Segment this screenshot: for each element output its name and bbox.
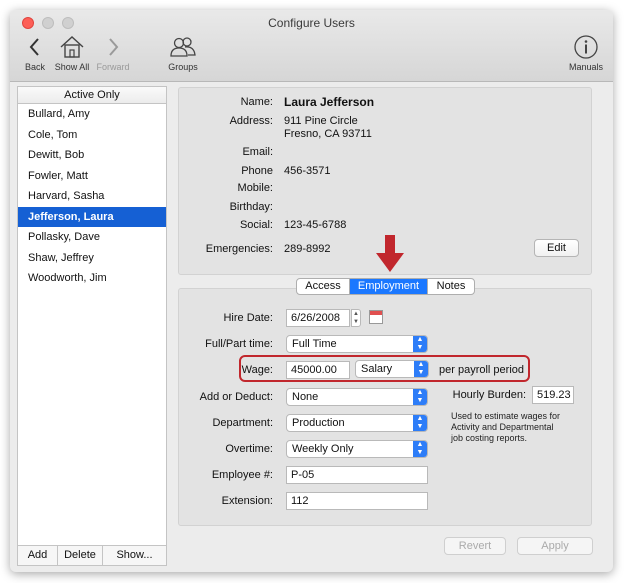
revert-button[interactable]: Revert bbox=[444, 537, 506, 555]
mobile-label: Mobile: bbox=[237, 182, 273, 194]
phone-value: 456-3571 bbox=[284, 165, 331, 177]
home-icon bbox=[52, 34, 92, 62]
user-list: Active Only Bullard, Amy Cole, Tom Dewit… bbox=[17, 86, 167, 566]
user-list-item[interactable]: Bullard, Amy bbox=[18, 104, 166, 125]
arrow-down-icon bbox=[376, 235, 404, 276]
overtime-label: Overtime: bbox=[225, 443, 273, 455]
employee-number-field[interactable]: P-05 bbox=[286, 466, 428, 484]
tab-bar: Access Employment Notes bbox=[296, 278, 475, 295]
people-icon bbox=[165, 34, 201, 62]
tab-notes[interactable]: Notes bbox=[428, 279, 474, 294]
full-part-time-value: Full Time bbox=[292, 338, 337, 350]
name-label: Name: bbox=[240, 96, 273, 108]
wage-type-select[interactable]: Salary ▲ ▼ bbox=[355, 360, 429, 378]
address-label: Address: bbox=[229, 115, 273, 127]
tab-access[interactable]: Access bbox=[297, 279, 350, 294]
edit-button[interactable]: Edit bbox=[534, 239, 579, 257]
calendar-icon[interactable] bbox=[369, 310, 383, 324]
chevron-updown-icon: ▲ ▼ bbox=[414, 361, 428, 377]
back-label: Back bbox=[24, 62, 45, 72]
hourly-burden-note-1: Used to estimate wages for bbox=[451, 411, 561, 421]
user-list-item[interactable]: Dewitt, Bob bbox=[18, 145, 166, 166]
info-icon bbox=[566, 34, 606, 62]
add-user-button[interactable]: Add bbox=[18, 546, 58, 565]
hire-date-field[interactable]: 6/26/2008 bbox=[286, 309, 350, 327]
full-part-time-label: Full/Part time: bbox=[205, 338, 273, 350]
department-label: Department: bbox=[212, 417, 273, 429]
user-list-item[interactable]: Woodworth, Jim bbox=[18, 268, 166, 289]
hourly-burden-label: Hourly Burden: bbox=[452, 389, 526, 401]
manuals-button[interactable]: Manuals bbox=[566, 34, 606, 72]
address-line2: Fresno, CA 93711 bbox=[284, 128, 372, 140]
employee-number-label: Employee #: bbox=[211, 469, 273, 481]
user-list-item[interactable]: Cole, Tom bbox=[18, 125, 166, 146]
full-part-time-select[interactable]: Full Time ▲ ▼ bbox=[286, 335, 428, 353]
chevron-left-icon bbox=[18, 34, 52, 62]
name-value: Laura Jefferson bbox=[284, 95, 375, 109]
chevron-updown-icon: ▲ ▼ bbox=[413, 415, 427, 431]
emergencies-label: Emergencies: bbox=[205, 243, 273, 255]
user-list-item[interactable]: Harvard, Sasha bbox=[18, 186, 166, 207]
user-list-item[interactable]: Fowler, Matt bbox=[18, 166, 166, 187]
show-all-button[interactable]: Show All bbox=[52, 34, 92, 72]
emergencies-value: 289-8992 bbox=[284, 243, 331, 255]
department-select[interactable]: Production ▲ ▼ bbox=[286, 414, 428, 432]
forward-button[interactable]: Forward bbox=[94, 34, 132, 72]
groups-label: Groups bbox=[168, 62, 198, 72]
manuals-label: Manuals bbox=[568, 62, 604, 72]
groups-button[interactable]: Groups bbox=[165, 34, 201, 72]
department-value: Production bbox=[292, 417, 345, 429]
wage-type-value: Salary bbox=[361, 363, 393, 375]
show-all-label: Show All bbox=[54, 62, 90, 72]
tab-employment[interactable]: Employment bbox=[350, 279, 428, 294]
user-list-footer: Add Delete Show... bbox=[18, 545, 166, 565]
forward-label: Forward bbox=[96, 62, 130, 72]
active-only-header[interactable]: Active Only bbox=[18, 87, 166, 104]
hourly-burden-note-3: job costing reports. bbox=[451, 433, 528, 443]
add-deduct-label: Add or Deduct: bbox=[199, 391, 273, 403]
user-list-item[interactable]: Pollasky, Dave bbox=[18, 227, 166, 248]
window-title: Configure Users bbox=[268, 16, 355, 30]
back-button[interactable]: Back bbox=[18, 34, 52, 72]
chevron-updown-icon: ▲ ▼ bbox=[413, 389, 427, 405]
birthday-label: Birthday: bbox=[229, 201, 273, 213]
chevron-updown-icon: ▲ ▼ bbox=[413, 336, 427, 352]
apply-button[interactable]: Apply bbox=[517, 537, 593, 555]
hire-date-label: Hire Date: bbox=[223, 312, 273, 324]
configure-users-window: Configure Users Back Show All Forward Gr… bbox=[10, 10, 613, 572]
chevron-updown-icon: ▲ ▼ bbox=[413, 441, 427, 457]
user-list-item[interactable]: Shaw, Jeffrey bbox=[18, 248, 166, 269]
delete-user-button[interactable]: Delete bbox=[58, 546, 103, 565]
extension-label: Extension: bbox=[221, 495, 273, 507]
overtime-value: Weekly Only bbox=[292, 443, 354, 455]
hire-date-stepper[interactable]: ▲ ▼ bbox=[351, 309, 361, 327]
phone-label: Phone bbox=[241, 165, 273, 177]
email-label: Email: bbox=[242, 146, 273, 158]
add-deduct-select[interactable]: None ▲ ▼ bbox=[286, 388, 428, 406]
address-line1: 911 Pine Circle bbox=[284, 115, 358, 127]
user-list-item-selected[interactable]: Jefferson, Laura bbox=[18, 206, 166, 227]
overtime-select[interactable]: Weekly Only ▲ ▼ bbox=[286, 440, 428, 458]
extension-field[interactable]: 112 bbox=[286, 492, 428, 510]
social-value: 123-45-6788 bbox=[284, 219, 347, 231]
wage-period-text: per payroll period bbox=[439, 364, 524, 376]
wage-field[interactable]: 45000.00 bbox=[286, 361, 350, 379]
hourly-burden-field[interactable]: 519.23 bbox=[532, 386, 574, 404]
wage-label: Wage: bbox=[241, 364, 273, 376]
chevron-right-icon bbox=[94, 34, 132, 62]
add-deduct-value: None bbox=[292, 391, 319, 403]
titlebar: Configure Users Back Show All Forward Gr… bbox=[10, 10, 613, 82]
hourly-burden-note-2: Activity and Departmental bbox=[451, 422, 554, 432]
show-button[interactable]: Show... bbox=[103, 546, 166, 565]
social-label: Social: bbox=[239, 219, 273, 231]
